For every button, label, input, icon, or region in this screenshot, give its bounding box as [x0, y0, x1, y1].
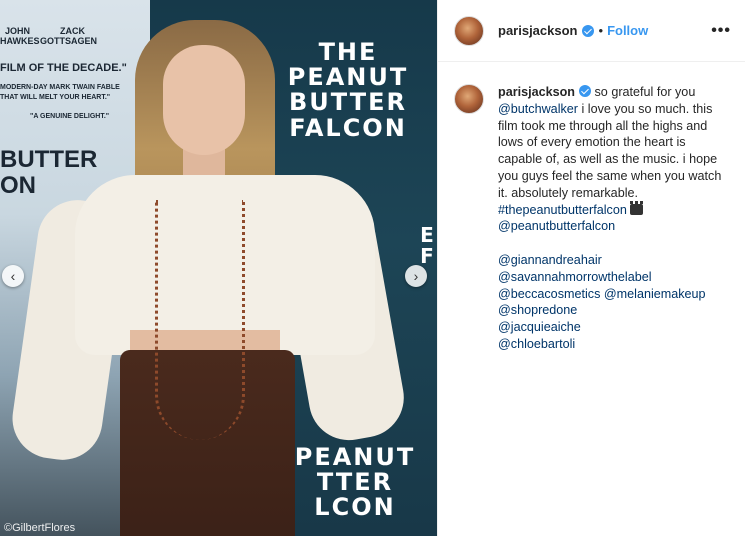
more-options-icon[interactable]: ••• — [711, 22, 731, 40]
post-photo: JOHN HAWKES ZACK GOTTSAGEN FILM OF THE D… — [0, 0, 437, 536]
verified-badge-icon — [581, 24, 594, 37]
clapperboard-icon — [629, 200, 643, 215]
chevron-left-icon: ‹ — [10, 268, 16, 284]
caption-text: i love you so much. this film took me th… — [498, 101, 722, 200]
caption-text: so grateful for you — [591, 85, 696, 99]
photo-credit: ©GilbertFlores — [4, 522, 76, 534]
mention-link[interactable]: @giannandreahair — [498, 252, 729, 269]
caption-username[interactable]: parisjackson — [498, 85, 575, 99]
caption-avatar[interactable] — [454, 84, 484, 114]
post-side-panel: parisjackson • Follow ••• parisjackson s… — [437, 0, 745, 536]
carousel-prev-button[interactable]: ‹ — [2, 265, 24, 287]
mention-link[interactable]: @peanutbutterfalcon — [498, 218, 729, 235]
follow-button[interactable]: Follow — [607, 23, 648, 38]
post-header: parisjackson • Follow ••• — [438, 0, 745, 62]
mention-link[interactable]: @beccacosmetics @melaniemakeup — [498, 286, 729, 303]
mention-link[interactable]: @jacquieaiche — [498, 319, 729, 336]
mention-link[interactable]: @butchwalker — [498, 102, 578, 116]
person — [7, 10, 411, 536]
verified-badge-icon — [579, 85, 592, 97]
caption: parisjackson so grateful for you @butchw… — [438, 62, 745, 353]
hashtag-link[interactable]: #thepeanutbutterfalcon — [498, 203, 627, 217]
caption-body: parisjackson so grateful for you @butchw… — [498, 84, 729, 353]
mention-link[interactable]: @chloebartoli — [498, 336, 729, 353]
mention-link[interactable]: @shopredone — [498, 302, 729, 319]
carousel-next-button[interactable]: › — [405, 265, 427, 287]
poster-text: HAWKES — [0, 36, 40, 46]
mention-link[interactable]: @savannahmorrowthelabel — [498, 269, 729, 286]
poster-text: ON — [0, 172, 36, 199]
separator-dot: • — [598, 23, 604, 38]
poster-edge-text: E F — [420, 223, 436, 268]
poster-text: JOHN — [5, 26, 31, 36]
chevron-right-icon: › — [413, 268, 419, 284]
header-username[interactable]: parisjackson — [498, 23, 578, 38]
avatar[interactable] — [454, 15, 484, 46]
